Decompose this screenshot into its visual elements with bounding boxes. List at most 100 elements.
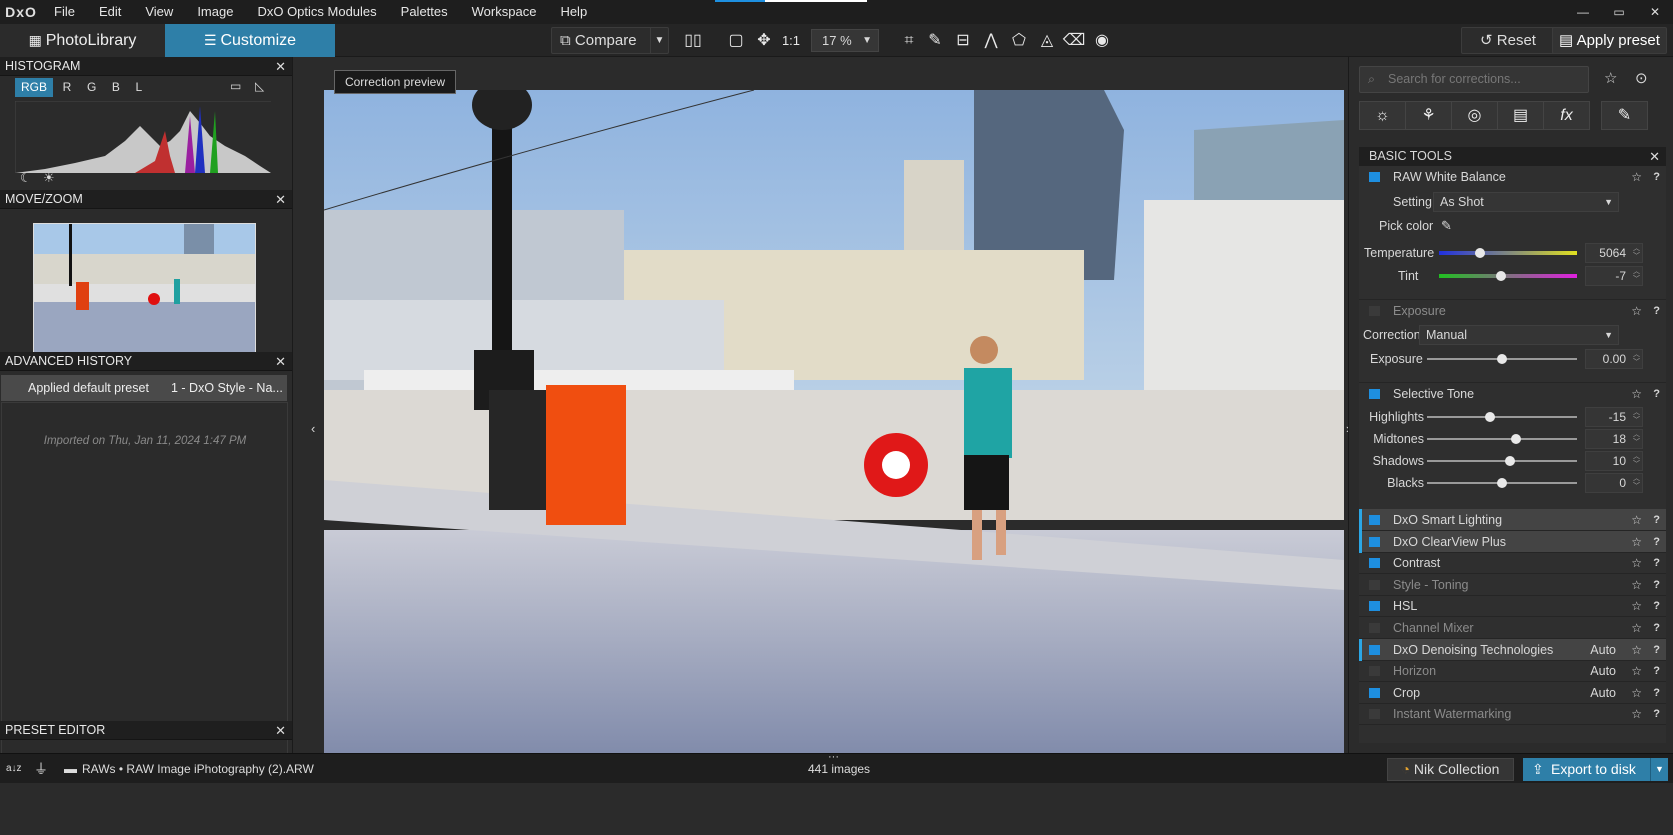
module-toggle[interactable]: [1369, 709, 1380, 720]
history-row[interactable]: Applied default preset 1 - DxO Style - N…: [1, 375, 287, 401]
tone-knob[interactable]: [1485, 412, 1495, 422]
search-input[interactable]: ⌕ Search for corrections...: [1359, 66, 1589, 93]
spinner-icon[interactable]: ︿ ﹀: [1633, 409, 1640, 425]
spinner-icon[interactable]: ︿ ﹀: [1633, 245, 1640, 261]
tone-knob[interactable]: [1497, 478, 1507, 488]
split-view-icon[interactable]: ▯▯: [680, 27, 706, 54]
zoom-select[interactable]: 17 % ▼: [811, 29, 879, 52]
channel-g[interactable]: G: [81, 78, 102, 97]
expand-handle-icon[interactable]: ···: [828, 742, 839, 772]
maximize-button[interactable]: ▭: [1601, 0, 1637, 24]
close-icon[interactable]: ✕: [275, 190, 286, 209]
close-icon[interactable]: ✕: [275, 57, 286, 76]
temperature-value-box[interactable]: 5064 ︿ ﹀: [1585, 243, 1643, 263]
star-icon[interactable]: ☆: [1631, 703, 1642, 725]
menu-palettes[interactable]: Palettes: [389, 0, 460, 24]
light-tab-icon[interactable]: ☼: [1359, 101, 1406, 130]
star-icon[interactable]: ☆: [1631, 639, 1642, 661]
module-dxo-clearview-plus[interactable]: DxO ClearView Plus ☆?: [1359, 530, 1666, 553]
module-toggle[interactable]: [1369, 579, 1380, 590]
toggle-icon[interactable]: ⊙: [1635, 69, 1648, 87]
help-icon[interactable]: ?: [1653, 531, 1660, 553]
shadow-clip-icon[interactable]: ☾: [20, 170, 32, 186]
crop-icon[interactable]: ⌗: [896, 27, 922, 54]
help-icon[interactable]: ?: [1653, 639, 1660, 661]
module-style-toning[interactable]: Style - Toning ☆?: [1359, 574, 1666, 596]
ratio-button[interactable]: 1:1: [778, 27, 804, 54]
module-instant-watermarking[interactable]: Instant Watermarking ☆?: [1359, 703, 1666, 726]
export-to-disk-button[interactable]: ⇪ Export to disk ▼: [1523, 758, 1668, 781]
star-icon[interactable]: ☆: [1631, 166, 1642, 188]
detail-tab-icon[interactable]: ◎: [1451, 101, 1498, 130]
help-icon[interactable]: ?: [1653, 574, 1660, 596]
horizon-icon[interactable]: ⊟: [950, 27, 976, 54]
channel-rgb[interactable]: RGB: [15, 78, 54, 97]
tab-photolibrary[interactable]: ▦ PhotoLibrary: [0, 24, 165, 57]
help-icon[interactable]: ?: [1653, 552, 1660, 574]
local-adjust-icon[interactable]: ⬠: [1006, 27, 1032, 54]
exposure-toggle[interactable]: [1369, 306, 1380, 316]
eyedropper-icon[interactable]: ✎: [1441, 215, 1452, 237]
star-icon[interactable]: ☆: [1631, 531, 1642, 553]
tone-value-box[interactable]: 18 ︿ ﹀: [1585, 429, 1643, 449]
selective-tone-toggle[interactable]: [1369, 389, 1380, 399]
close-icon[interactable]: ✕: [1649, 147, 1660, 166]
help-icon[interactable]: ?: [1653, 166, 1660, 188]
channel-b[interactable]: B: [106, 78, 126, 97]
exposure-value-box[interactable]: 0.00 ︿ ﹀: [1585, 349, 1643, 369]
module-toggle[interactable]: [1369, 623, 1380, 633]
export-dropdown-icon[interactable]: ▼: [1650, 758, 1668, 781]
menu-view[interactable]: View: [133, 0, 185, 24]
tone-knob[interactable]: [1504, 456, 1515, 466]
help-icon[interactable]: ?: [1653, 300, 1660, 322]
tone-value-box[interactable]: 0 ︿ ﹀: [1585, 473, 1643, 493]
close-icon[interactable]: ✕: [275, 721, 286, 740]
module-toggle[interactable]: [1369, 666, 1380, 677]
channel-l[interactable]: L: [130, 78, 149, 97]
module-contrast[interactable]: Contrast ☆?: [1359, 552, 1666, 575]
eraser-icon[interactable]: ⌫: [1061, 27, 1087, 54]
module-toggle[interactable]: [1369, 558, 1380, 569]
channel-r[interactable]: R: [57, 78, 78, 97]
favorites-star-icon[interactable]: ☆: [1604, 69, 1617, 87]
wb-toggle[interactable]: [1369, 172, 1380, 182]
module-hsl[interactable]: HSL ☆?: [1359, 595, 1666, 618]
temperature-slider[interactable]: [1439, 251, 1577, 255]
menu-image[interactable]: Image: [185, 0, 245, 24]
repair-icon[interactable]: ◬: [1034, 27, 1060, 54]
help-icon[interactable]: ?: [1653, 703, 1660, 725]
star-icon[interactable]: ☆: [1631, 595, 1642, 617]
selective-tone-header[interactable]: Selective Tone ☆?: [1359, 382, 1666, 404]
effects-tab-icon[interactable]: fx: [1543, 101, 1590, 130]
star-icon[interactable]: ☆: [1631, 574, 1642, 596]
module-channel-mixer[interactable]: Channel Mixer ☆?: [1359, 617, 1666, 639]
help-icon[interactable]: ?: [1653, 682, 1660, 704]
preview-eye-icon[interactable]: ◉: [1089, 27, 1115, 54]
sort-icon[interactable]: a↓z: [6, 754, 22, 784]
fit-screen-icon[interactable]: ▢: [723, 27, 749, 54]
star-icon[interactable]: ☆: [1631, 300, 1642, 322]
module-toggle[interactable]: [1369, 644, 1380, 655]
color-tab-icon[interactable]: ⚘: [1405, 101, 1452, 130]
module-dxo-smart-lighting[interactable]: DxO Smart Lighting ☆?: [1359, 509, 1666, 531]
exposure-header[interactable]: Exposure ☆?: [1359, 299, 1666, 321]
menu-file[interactable]: File: [42, 0, 87, 24]
module-dxo-denoising-technologies[interactable]: DxO Denoising Technologies Auto ☆?: [1359, 638, 1666, 661]
help-icon[interactable]: ?: [1653, 617, 1660, 639]
tint-knob[interactable]: [1496, 271, 1507, 281]
spinner-icon[interactable]: ︿ ﹀: [1633, 431, 1640, 447]
help-icon[interactable]: ?: [1653, 383, 1660, 405]
spinner-icon[interactable]: ︿ ﹀: [1633, 475, 1640, 491]
module-horizon[interactable]: Horizon Auto ☆?: [1359, 660, 1666, 683]
geometry-tab-icon[interactable]: ▤: [1497, 101, 1544, 130]
star-icon[interactable]: ☆: [1631, 509, 1642, 531]
module-toggle[interactable]: [1369, 601, 1380, 612]
star-icon[interactable]: ☆: [1631, 617, 1642, 639]
close-window-button[interactable]: ✕: [1637, 0, 1673, 24]
tab-customize[interactable]: ☰ Customize: [165, 24, 335, 57]
menu-edit[interactable]: Edit: [87, 0, 133, 24]
wb-header[interactable]: RAW White Balance ☆?: [1359, 166, 1666, 188]
gamut-icon[interactable]: ◺: [255, 79, 264, 93]
help-icon[interactable]: ?: [1653, 595, 1660, 617]
star-icon[interactable]: ☆: [1631, 660, 1642, 682]
